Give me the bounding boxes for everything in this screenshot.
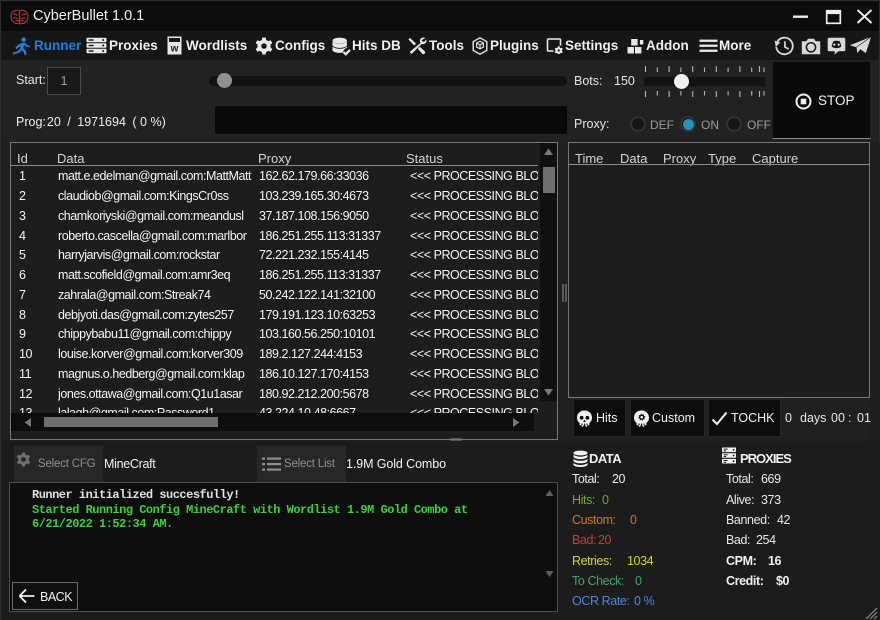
svg-text:w: w	[170, 44, 179, 55]
